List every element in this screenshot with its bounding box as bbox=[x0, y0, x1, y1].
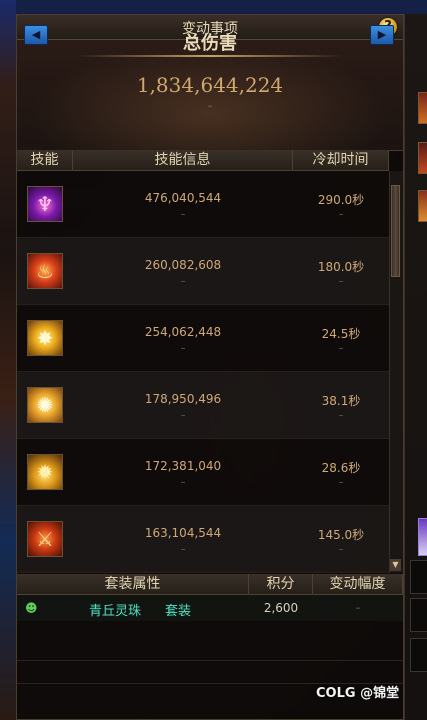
column-header-skill-info: 技能信息 bbox=[73, 150, 293, 171]
title-ornament-divider bbox=[77, 55, 343, 57]
set-change: – bbox=[355, 601, 361, 614]
set-name: 青丘灵珠 bbox=[89, 604, 142, 619]
fox-mask-icon: ☻ bbox=[25, 601, 38, 615]
skill-damage: 178,950,496 bbox=[144, 392, 222, 406]
skill-cooldown: 24.5秒 bbox=[321, 327, 361, 341]
side-empty-slot[interactable] bbox=[410, 598, 427, 632]
skill-cooldown-delta: – bbox=[338, 544, 344, 555]
skill-row[interactable]: ✸ 254,062,448 – 24.5秒 – bbox=[17, 305, 389, 372]
skill-damage: 254,062,448 bbox=[144, 325, 222, 339]
skill-damage: 260,082,608 bbox=[144, 258, 222, 272]
set-tag: 套装 bbox=[165, 604, 192, 619]
total-damage-value: 1,834,644,224 bbox=[136, 73, 284, 97]
top-ui-strip bbox=[0, 0, 427, 14]
skill-cooldown-delta: – bbox=[338, 343, 344, 354]
spirit-flame-skill-icon: ✹ bbox=[27, 454, 63, 490]
skill-cooldown: 28.6秒 bbox=[321, 461, 361, 475]
skill-cooldown-delta: – bbox=[338, 477, 344, 488]
skill-damage-delta: – bbox=[180, 410, 186, 421]
fire-slash-skill-icon: ⚔ bbox=[27, 521, 63, 557]
skill-damage-delta: – bbox=[180, 343, 186, 354]
column-header-cooldown: 冷却时间 bbox=[293, 150, 389, 171]
skill-cooldown: 38.1秒 bbox=[321, 394, 361, 408]
skill-cooldown: 145.0秒 bbox=[317, 528, 365, 542]
side-item-thumbnail[interactable] bbox=[418, 518, 427, 556]
skill-list[interactable]: ♆ 476,040,544 – 290.0秒 – ♨ 260,082,608 –… bbox=[17, 171, 389, 573]
column-header-change: 变动幅度 bbox=[313, 574, 403, 595]
scroll-down-icon[interactable]: ▼ bbox=[390, 559, 401, 571]
row-divider bbox=[17, 660, 403, 661]
side-skill-thumbnail[interactable] bbox=[418, 142, 427, 174]
purple-demon-skill-icon: ♆ bbox=[27, 186, 63, 222]
skill-cooldown-delta: – bbox=[338, 410, 344, 421]
side-skill-thumbnail[interactable] bbox=[418, 190, 427, 222]
set-points: 2,600 bbox=[263, 601, 299, 615]
flame-beast-skill-icon: ♨ bbox=[27, 253, 63, 289]
total-damage-delta: – bbox=[207, 99, 213, 112]
skill-damage-delta: – bbox=[180, 477, 186, 488]
skill-damage-delta: – bbox=[180, 209, 186, 220]
damage-change-window: 变动事项 ? ◀ ▶ 总伤害 1,834,644,224 – 技能 技能信息 冷… bbox=[16, 14, 404, 720]
skill-row[interactable]: ✹ 172,381,040 – 28.6秒 – bbox=[17, 439, 389, 506]
watermark-text: COLG @锦堂 bbox=[316, 686, 400, 701]
side-empty-slot[interactable] bbox=[410, 638, 427, 672]
skill-cooldown: 180.0秒 bbox=[317, 260, 365, 274]
side-empty-slot[interactable] bbox=[410, 560, 427, 594]
skill-cooldown-delta: – bbox=[338, 276, 344, 287]
starburst-skill-icon: ✺ bbox=[27, 387, 63, 423]
summary-title: 总伤害 bbox=[183, 33, 237, 54]
side-skill-thumbnail[interactable] bbox=[418, 92, 427, 124]
skill-row[interactable]: ♆ 476,040,544 – 290.0秒 – bbox=[17, 171, 389, 238]
skill-damage: 172,381,040 bbox=[144, 459, 222, 473]
scrollbar-thumb[interactable] bbox=[391, 185, 400, 277]
column-header-set-attribute: 套装属性 bbox=[17, 574, 249, 595]
column-header-points: 积分 bbox=[249, 574, 313, 595]
skill-damage-delta: – bbox=[180, 544, 186, 555]
skill-cooldown: 290.0秒 bbox=[317, 193, 365, 207]
skill-row[interactable]: ⚔ 163,104,544 – 145.0秒 – bbox=[17, 506, 389, 573]
skill-damage-delta: – bbox=[180, 276, 186, 287]
golden-burst-skill-icon: ✸ bbox=[27, 320, 63, 356]
skill-damage: 476,040,544 bbox=[144, 191, 222, 205]
column-header-skill: 技能 bbox=[17, 150, 73, 171]
skill-cooldown-delta: – bbox=[338, 209, 344, 220]
skill-row[interactable]: ✺ 178,950,496 – 38.1秒 – bbox=[17, 372, 389, 439]
skill-row[interactable]: ♨ 260,082,608 – 180.0秒 – bbox=[17, 238, 389, 305]
skill-damage: 163,104,544 bbox=[144, 526, 222, 540]
left-scene-edge bbox=[0, 0, 16, 720]
